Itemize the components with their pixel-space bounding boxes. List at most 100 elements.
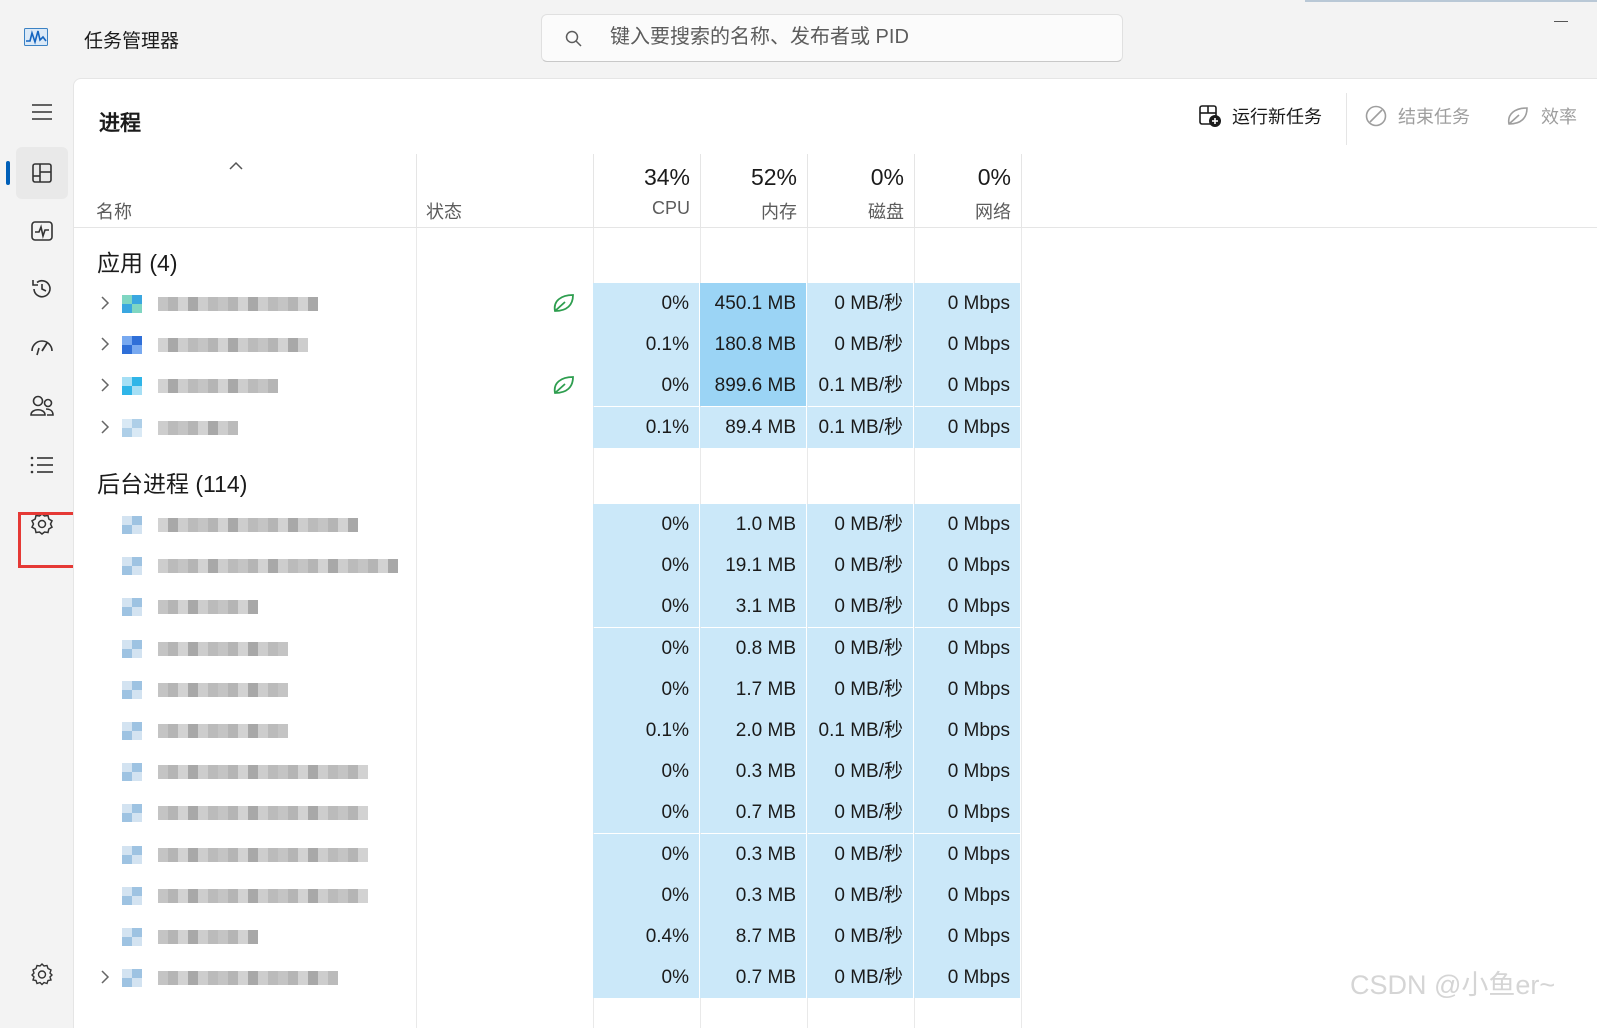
disk-cell: 0 MB/秒 <box>807 957 913 999</box>
cpu-cell: 0% <box>593 751 699 793</box>
background-process-row[interactable]: 0% 0.3 MB 0 MB/秒 0 Mbps <box>73 751 1597 793</box>
expand-chevron-icon[interactable] <box>100 377 110 393</box>
cpu-cell: 0% <box>593 874 699 916</box>
disk-cell: 0 MB/秒 <box>807 283 913 324</box>
column-divider <box>416 154 417 228</box>
nav-startup-apps[interactable] <box>16 321 68 373</box>
network-cell: 0 Mbps <box>914 710 1020 751</box>
column-header-disk[interactable]: 磁盘 <box>804 198 904 224</box>
process-name-blurred <box>158 597 266 617</box>
cpu-cell: 0% <box>593 833 699 875</box>
group-heading-apps: 应用 (4) <box>97 250 178 276</box>
nav-app-history[interactable] <box>16 263 68 315</box>
expand-chevron-icon[interactable] <box>100 969 110 985</box>
background-process-row[interactable]: 0% 1.0 MB 0 MB/秒 0 Mbps <box>73 504 1597 545</box>
process-name-blurred <box>158 927 266 947</box>
app-title: 任务管理器 <box>84 31 180 52</box>
column-header-disk-pct[interactable]: 0% <box>804 164 904 191</box>
nav-processes[interactable] <box>16 147 68 199</box>
task-manager-app-icon <box>24 28 48 46</box>
app-process-row[interactable]: 0% 450.1 MB 0 MB/秒 0 Mbps <box>73 283 1597 324</box>
nav-settings[interactable] <box>16 948 68 1000</box>
memory-cell: 1.7 MB <box>700 668 806 710</box>
expand-chevron-icon[interactable] <box>100 336 110 352</box>
end-task-label: 结束任务 <box>1398 107 1470 127</box>
efficiency-label: 效率 <box>1541 107 1577 127</box>
process-icon <box>122 722 142 740</box>
memory-cell: 0.7 MB <box>700 957 806 999</box>
process-icon <box>122 557 142 576</box>
toolbar-divider <box>1346 93 1347 145</box>
app-process-row[interactable]: 0% 899.6 MB 0.1 MB/秒 0 Mbps <box>73 365 1597 407</box>
efficiency-leaf-icon <box>1507 107 1528 125</box>
process-name-blurred <box>158 639 296 659</box>
disk-cell: 0 MB/秒 <box>807 627 913 669</box>
background-process-row[interactable]: 0% 0.3 MB 0 MB/秒 0 Mbps <box>73 833 1597 875</box>
run-new-task-icon <box>1199 105 1221 127</box>
column-header-network[interactable]: 网络 <box>911 198 1011 224</box>
cpu-cell: 0% <box>593 586 699 628</box>
settings-icon <box>31 963 53 986</box>
network-cell: 0 Mbps <box>914 406 1020 448</box>
column-divider <box>807 154 808 228</box>
background-process-row[interactable]: 0% 0.7 MB 0 MB/秒 0 Mbps <box>73 792 1597 834</box>
search-box[interactable] <box>541 14 1123 62</box>
memory-cell: 89.4 MB <box>700 406 806 448</box>
search-input[interactable] <box>610 26 1090 49</box>
network-cell: 0 Mbps <box>914 874 1020 916</box>
disk-cell: 0 MB/秒 <box>807 792 913 834</box>
minimize-button[interactable] <box>1554 21 1568 22</box>
disk-cell: 0.1 MB/秒 <box>807 406 913 448</box>
background-process-row[interactable]: 0% 1.7 MB 0 MB/秒 0 Mbps <box>73 668 1597 710</box>
process-name-blurred <box>158 845 374 865</box>
column-header-memory-pct[interactable]: 52% <box>697 164 797 191</box>
nav-users[interactable] <box>16 380 68 432</box>
process-name-blurred <box>158 418 246 438</box>
end-task-button[interactable]: 结束任务 <box>1364 101 1470 131</box>
hamburger-menu-button[interactable] <box>16 86 68 138</box>
cpu-cell: 0.4% <box>593 916 699 957</box>
sort-ascending-icon <box>229 161 243 170</box>
users-icon <box>30 395 54 416</box>
disk-cell: 0 MB/秒 <box>807 833 913 875</box>
details-icon <box>30 456 53 474</box>
efficiency-mode-button[interactable]: 效率 <box>1505 101 1577 131</box>
memory-cell: 3.1 MB <box>700 586 806 628</box>
process-icon <box>122 418 142 437</box>
background-process-row[interactable]: 0% 0.3 MB 0 MB/秒 0 Mbps <box>73 874 1597 916</box>
column-header-name[interactable]: 名称 <box>96 198 132 224</box>
column-header-network-pct[interactable]: 0% <box>911 164 1011 191</box>
background-process-row[interactable]: 0.4% 8.7 MB 0 MB/秒 0 Mbps <box>73 916 1597 957</box>
expand-chevron-icon[interactable] <box>100 419 110 435</box>
process-icon <box>122 516 142 534</box>
background-process-row[interactable]: 0% 0.8 MB 0 MB/秒 0 Mbps <box>73 627 1597 669</box>
app-process-row[interactable]: 0.1% 180.8 MB 0 MB/秒 0 Mbps <box>73 324 1597 366</box>
app-process-row[interactable]: 0.1% 89.4 MB 0.1 MB/秒 0 Mbps <box>73 406 1597 448</box>
run-new-task-button[interactable]: 运行新任务 <box>1198 101 1322 131</box>
expand-chevron-icon[interactable] <box>100 295 110 311</box>
efficiency-mode-leaf-icon <box>553 376 574 395</box>
run-new-task-label: 运行新任务 <box>1232 107 1322 127</box>
nav-performance[interactable] <box>16 205 68 257</box>
memory-cell: 899.6 MB <box>700 365 806 407</box>
column-header-cpu-pct[interactable]: 34% <box>590 164 690 191</box>
processes-icon <box>32 163 52 183</box>
end-task-icon <box>1365 105 1387 127</box>
column-header-status[interactable]: 状态 <box>426 198 462 224</box>
process-name-blurred <box>158 680 296 700</box>
background-process-row[interactable]: 0% 3.1 MB 0 MB/秒 0 Mbps <box>73 586 1597 628</box>
network-cell: 0 Mbps <box>914 916 1020 957</box>
column-header-memory[interactable]: 内存 <box>697 198 797 224</box>
efficiency-mode-leaf-icon <box>553 294 574 312</box>
cpu-cell: 0% <box>593 668 699 710</box>
background-process-row[interactable]: 0.1% 2.0 MB 0.1 MB/秒 0 Mbps <box>73 710 1597 751</box>
cpu-cell: 0% <box>593 545 699 587</box>
cpu-cell: 0.1% <box>593 324 699 366</box>
process-name-blurred <box>158 376 286 396</box>
background-process-row[interactable]: 0% 19.1 MB 0 MB/秒 0 Mbps <box>73 545 1597 587</box>
column-divider <box>1021 154 1022 228</box>
nav-details[interactable] <box>16 439 68 491</box>
memory-cell: 8.7 MB <box>700 916 806 957</box>
column-header-cpu[interactable]: CPU <box>590 198 690 219</box>
memory-cell: 0.7 MB <box>700 792 806 834</box>
